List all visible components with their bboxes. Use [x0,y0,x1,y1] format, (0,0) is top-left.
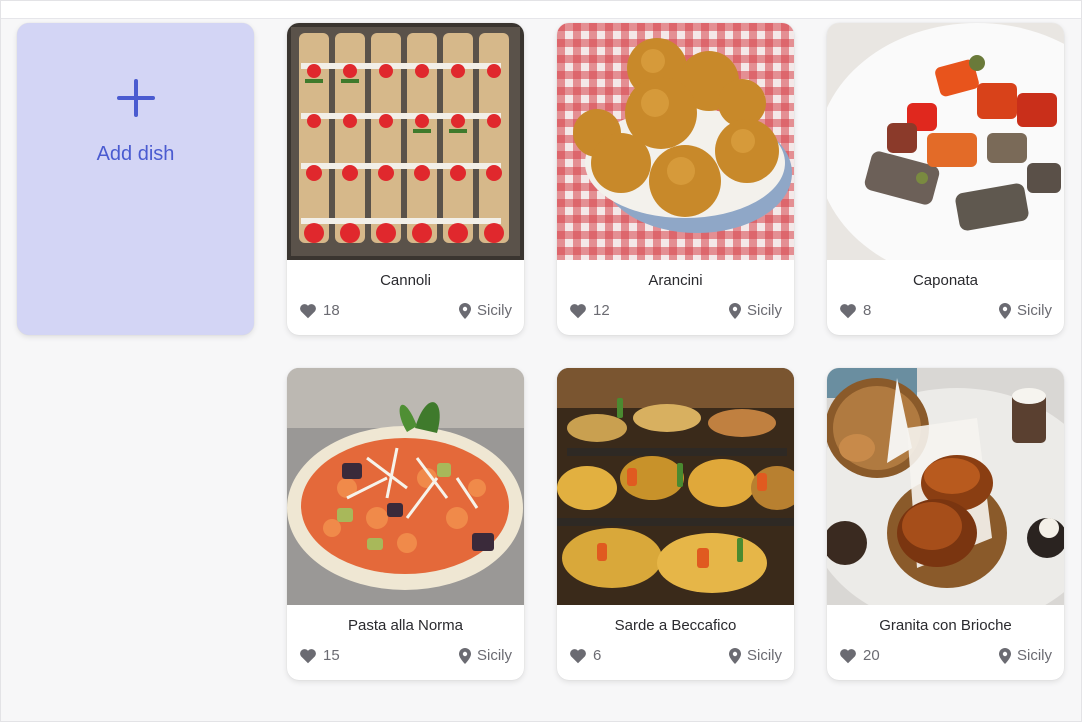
dish-name: Sarde a Beccafico [614,617,737,634]
like-count: 18 [323,302,340,319]
dish-name: Pasta alla Norma [347,617,464,634]
like-count: 6 [593,647,602,664]
dish-card-granita-con-brioche[interactable]: Granita con Brioche 20 Sicily [827,368,1064,680]
location-label: Sicily [746,302,782,319]
dish-photo [287,368,524,605]
dish-name: Granita con Brioche [879,617,1012,634]
add-dish-card[interactable]: Add dish [17,23,254,335]
heart-icon [570,303,586,318]
location-label: Sicily [476,647,512,664]
empty-grid-cell [17,368,254,680]
dish-photo [827,368,1064,605]
like-button[interactable]: 8 [839,302,871,319]
like-count: 15 [323,647,340,664]
heart-icon [300,648,316,663]
top-bar [1,1,1081,19]
location-label: Sicily [476,302,512,319]
plus-icon [116,79,155,117]
dish-name: Caponata [912,272,979,289]
dish-card-caponata[interactable]: Caponata 8 Sicily [827,23,1064,335]
dish-card-sarde-a-beccafico[interactable]: Sarde a Beccafico 6 Sicily [557,368,794,680]
dish-card-cannoli[interactable]: Cannoli 18 Sicily [287,23,524,335]
like-button[interactable]: 20 [839,647,880,664]
map-pin-icon [998,302,1011,319]
location-tag: Sicily [728,647,782,664]
location-label: Sicily [1016,302,1052,319]
dish-name: Arancini [648,272,703,289]
map-pin-icon [728,302,741,319]
heart-icon [570,648,586,663]
location-label: Sicily [746,647,782,664]
heart-icon [840,648,856,663]
location-tag: Sicily [998,647,1052,664]
location-tag: Sicily [458,302,512,319]
like-count: 12 [593,302,610,319]
like-button[interactable]: 6 [569,647,601,664]
map-pin-icon [728,647,741,664]
dish-photo [827,23,1064,260]
dish-card-arancini[interactable]: Arancini 12 Sicily [557,23,794,335]
like-count: 20 [863,647,880,664]
location-label: Sicily [1016,647,1052,664]
heart-icon [840,303,856,318]
like-button[interactable]: 18 [299,302,340,319]
like-button[interactable]: 15 [299,647,340,664]
dish-photo [557,368,794,605]
dish-grid: Add dish Cannoli 18 Sicily Arancini 12 S… [17,23,1064,680]
like-button[interactable]: 12 [569,302,610,319]
heart-icon [300,303,316,318]
map-pin-icon [998,647,1011,664]
location-tag: Sicily [728,302,782,319]
dish-photo [557,23,794,260]
dish-photo [287,23,524,260]
dish-name: Cannoli [380,272,431,289]
location-tag: Sicily [458,647,512,664]
location-tag: Sicily [998,302,1052,319]
like-count: 8 [863,302,872,319]
dish-card-pasta-alla-norma[interactable]: Pasta alla Norma 15 Sicily [287,368,524,680]
map-pin-icon [458,302,471,319]
map-pin-icon [458,647,471,664]
add-dish-label: Add dish [96,143,175,165]
dish-gallery-page: Add dish Cannoli 18 Sicily Arancini 12 S… [0,0,1082,722]
